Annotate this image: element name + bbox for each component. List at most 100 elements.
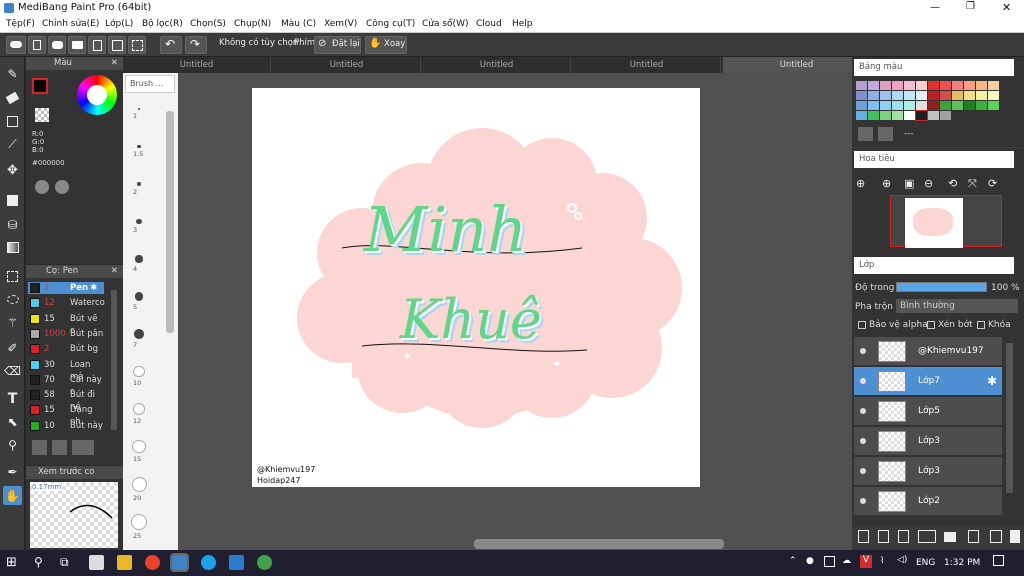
new-layer-icon[interactable] <box>858 530 869 543</box>
folder-icon[interactable] <box>944 532 956 542</box>
skype-icon[interactable] <box>201 555 216 570</box>
lock-checkbox[interactable] <box>977 321 985 329</box>
palette-swatch[interactable] <box>904 101 915 110</box>
brush-settings-button[interactable] <box>72 440 94 455</box>
brush-size-dot[interactable] <box>132 439 146 454</box>
brush-item[interactable]: 10 Bút này <box>28 420 104 432</box>
palette-swatch[interactable] <box>964 91 975 100</box>
zoom-in-icon[interactable]: ⊕ <box>856 177 865 190</box>
brush-size-dot[interactable] <box>131 476 147 492</box>
operation-tool-icon[interactable]: ⬉ <box>3 412 22 431</box>
brush-scrollbar[interactable] <box>111 290 117 430</box>
menu-color[interactable]: Màu (C) <box>281 19 316 29</box>
brush-size-dot[interactable] <box>136 218 142 225</box>
opacity-slider[interactable] <box>896 282 987 292</box>
palette-swatch[interactable] <box>856 101 867 110</box>
text-tool-icon[interactable]: T <box>3 389 22 408</box>
duplicate-layer-icon[interactable] <box>898 530 909 543</box>
palette-swatch[interactable] <box>880 91 891 100</box>
brush-size-dot[interactable] <box>134 292 144 301</box>
brush-item[interactable]: 2 Bút bg <box>28 343 104 355</box>
comment-button[interactable] <box>48 36 66 54</box>
palette-swatch[interactable] <box>928 81 939 90</box>
new-brush-button[interactable] <box>52 440 67 455</box>
canvas-area[interactable]: ✦ ✦ Minh Khuê @Khiemvu197 Hoidap247 <box>178 73 852 550</box>
palette-swatch[interactable] <box>976 91 987 100</box>
brush-size-dot[interactable] <box>138 108 140 110</box>
horizontal-scrollbar[interactable] <box>474 539 724 549</box>
add-brush-button[interactable] <box>32 440 47 455</box>
brush-item[interactable]: 1000 Bút pân <box>28 328 104 340</box>
menu-cloud[interactable]: Cloud <box>476 19 502 29</box>
gradient-tool-icon[interactable] <box>3 238 22 257</box>
visibility-eye-icon[interactable] <box>860 408 866 414</box>
hand-tool-icon[interactable]: ✋ <box>3 486 22 505</box>
copy-layer-icon[interactable] <box>968 530 979 543</box>
v-app-icon[interactable]: V <box>860 555 872 568</box>
palette-delete-button[interactable] <box>878 127 893 141</box>
app-green-icon[interactable] <box>257 555 272 570</box>
palette-swatch[interactable] <box>952 81 963 90</box>
brush-size-dot[interactable] <box>131 513 147 530</box>
fit-icon[interactable]: ▣ <box>904 177 914 190</box>
menu-window[interactable]: Cửa sổ(W) <box>422 19 468 29</box>
palette-swatch[interactable] <box>892 101 903 110</box>
palette-swatch[interactable] <box>916 91 927 100</box>
palette-swatch[interactable] <box>928 101 939 110</box>
palette-swatch[interactable] <box>868 111 879 120</box>
visibility-eye-icon[interactable] <box>860 468 866 474</box>
magic-wand-tool-icon[interactable]: ⚚ <box>3 313 22 332</box>
brush-item[interactable]: 15 Bút vẽ c <box>28 313 104 336</box>
clip-checkbox[interactable] <box>927 321 935 329</box>
select-eraser-tool-icon[interactable]: ⌫ <box>3 361 22 380</box>
layer-row[interactable]: Lớp7 ✱ <box>854 367 1002 396</box>
onedrive-icon[interactable]: ☁ <box>842 556 851 566</box>
layer-scrollbar[interactable] <box>1006 343 1013 493</box>
new-halftone-layer-icon[interactable] <box>878 530 889 543</box>
search-icon[interactable]: ⚲ <box>34 555 43 569</box>
visibility-eye-icon[interactable] <box>860 348 866 354</box>
palette-swatch[interactable] <box>940 111 951 120</box>
select-pen-tool-icon[interactable]: ✐ <box>3 338 22 357</box>
brush-size-dot[interactable] <box>137 144 141 149</box>
palette-swatch[interactable] <box>856 81 867 90</box>
tab-untitled-5[interactable]: Untitled <box>723 57 871 73</box>
palette-swatch[interactable] <box>988 101 999 110</box>
brush-size-dot[interactable] <box>136 181 142 187</box>
redo-button[interactable]: ↷ <box>185 36 207 54</box>
lasso-tool-icon[interactable] <box>3 290 22 309</box>
palette-swatch[interactable] <box>940 81 951 90</box>
close-icon[interactable]: ✕ <box>111 265 118 278</box>
medibang-icon[interactable] <box>170 553 189 572</box>
eyedropper-tool-icon[interactable]: ✒ <box>3 462 22 481</box>
eraser-tool-icon[interactable] <box>3 88 22 107</box>
menu-filter[interactable]: Bộ lọc(R) <box>142 19 183 29</box>
palette-swatch[interactable] <box>916 81 927 90</box>
tab-untitled-1[interactable]: Untitled <box>123 57 271 73</box>
move-tool-icon[interactable]: ✥ <box>3 161 22 180</box>
palette-swatch[interactable] <box>892 111 903 120</box>
file-explorer-icon[interactable] <box>117 555 132 570</box>
brush-size-dot[interactable] <box>133 365 145 378</box>
select-tool-icon[interactable] <box>3 267 22 286</box>
rectangle-tool-icon[interactable] <box>3 112 22 131</box>
delete-layer-icon[interactable] <box>1010 530 1020 543</box>
undo-button[interactable]: ↶ <box>160 36 182 54</box>
document-button[interactable] <box>88 36 106 54</box>
zoom-reduce-icon[interactable]: ⊖ <box>924 177 933 190</box>
menu-help[interactable]: Help <box>512 19 533 29</box>
rotate-button[interactable]: ✋ Xoay <box>365 36 407 54</box>
visibility-eye-icon[interactable] <box>860 438 866 444</box>
palette-swatch[interactable] <box>904 111 915 120</box>
menu-capture[interactable]: Chụp(N) <box>234 19 271 29</box>
color-swatches[interactable] <box>854 81 1004 125</box>
palette-swatch[interactable] <box>940 101 951 110</box>
chat-button[interactable] <box>68 36 86 54</box>
bucket-tool-icon[interactable]: ⛁ <box>3 215 22 234</box>
palette-settings-icon[interactable] <box>35 180 49 194</box>
gear-icon[interactable]: ✱ <box>90 282 97 294</box>
palette-swatch[interactable] <box>880 111 891 120</box>
menu-tools[interactable]: Công cụ(T) <box>366 19 415 29</box>
palette-swatch[interactable] <box>928 91 939 100</box>
dropper-tool-icon[interactable]: ⚲ <box>3 435 22 454</box>
